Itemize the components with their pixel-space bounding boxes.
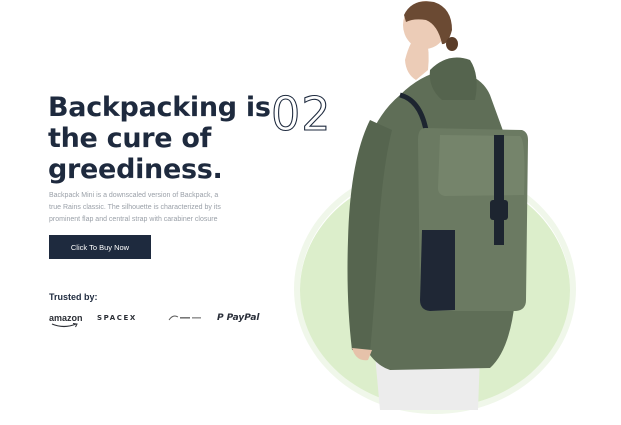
spacex-logo-icon: SPACEX	[97, 314, 167, 322]
amazon-logo-icon: amazon	[49, 313, 97, 328]
product-description: Backpack Mini is a downscaled version of…	[49, 190, 264, 226]
description-line-2: true Rains classic. The silhouette is ch…	[49, 204, 221, 211]
buy-now-button[interactable]: Click To Buy Now	[49, 235, 151, 259]
hero-title: Backpacking is the cure of greediness.	[48, 92, 271, 185]
brand-logo-icon	[167, 314, 217, 322]
hero-title-line-3: greediness.	[48, 154, 223, 185]
paypal-logo-icon: P PayPal	[217, 313, 259, 323]
slide-number: 02	[270, 87, 332, 141]
description-line-1: Backpack Mini is a downscaled version of…	[49, 192, 219, 199]
spacex-logo-text: SPACEX	[97, 314, 137, 322]
amazon-smile-icon	[51, 323, 78, 328]
hero-title-line-1: Backpacking is	[48, 92, 271, 123]
paypal-p-icon: P	[217, 313, 224, 323]
slide-number-text: 02	[270, 87, 332, 141]
model-with-backpack-image	[347, 1, 528, 410]
hero-title-line-2: the cure of	[48, 123, 212, 154]
paypal-logo-text: PayPal	[226, 313, 260, 323]
amazon-logo-text: amazon	[49, 313, 83, 323]
trusted-by-label: Trusted by:	[49, 292, 98, 302]
description-line-3: prominent flap and central strap with ca…	[49, 216, 218, 223]
brand-mark-icon	[168, 315, 201, 321]
trusted-logos: amazon SPACEX P PayPal	[49, 310, 269, 328]
